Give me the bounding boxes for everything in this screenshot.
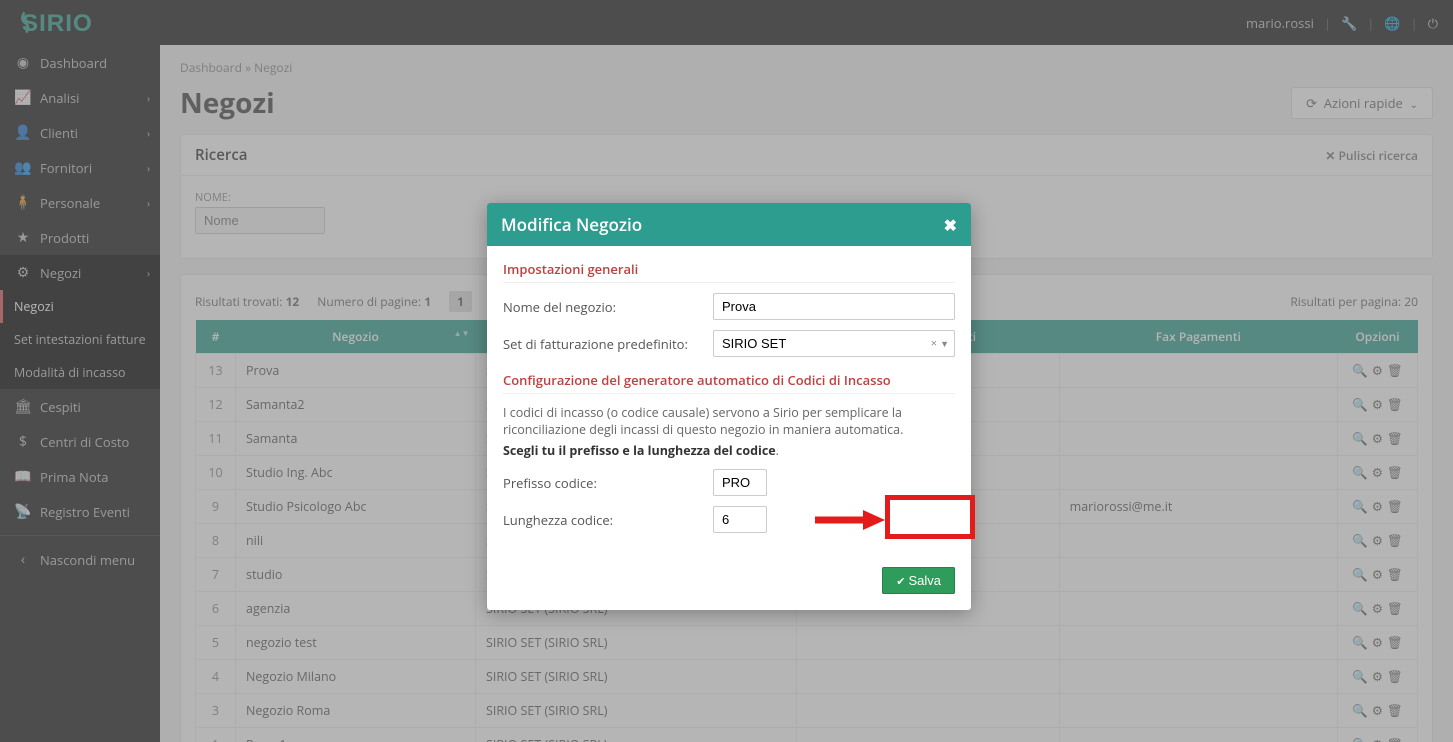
billing-set-select[interactable]: × ▼ <box>713 330 955 357</box>
modal-section-codes: Configurazione del generatore automatico… <box>503 371 955 394</box>
length-input[interactable] <box>713 506 767 533</box>
modal-desc-1: I codici di incasso (o codice causale) s… <box>503 404 955 438</box>
chevron-down-icon: ▼ <box>940 337 949 350</box>
prefix-input[interactable] <box>713 469 767 496</box>
clear-icon[interactable]: × <box>931 336 937 351</box>
billing-set-label: Set di fatturazione predefinito: <box>503 335 713 353</box>
modal-title: Modifica Negozio <box>501 213 642 236</box>
save-button[interactable]: Salva <box>882 567 955 594</box>
edit-shop-modal: Modifica Negozio ✖ Impostazioni generali… <box>487 203 971 610</box>
shop-name-input[interactable] <box>713 293 955 320</box>
length-label: Lunghezza codice: <box>503 511 713 529</box>
shop-name-label: Nome del negozio: <box>503 298 713 316</box>
close-icon[interactable]: ✖ <box>944 214 957 236</box>
modal-section-general: Impostazioni generali <box>503 260 955 283</box>
prefix-label: Prefisso codice: <box>503 474 713 492</box>
modal-desc-2: Scegli tu il prefisso e la lunghezza del… <box>503 442 776 459</box>
